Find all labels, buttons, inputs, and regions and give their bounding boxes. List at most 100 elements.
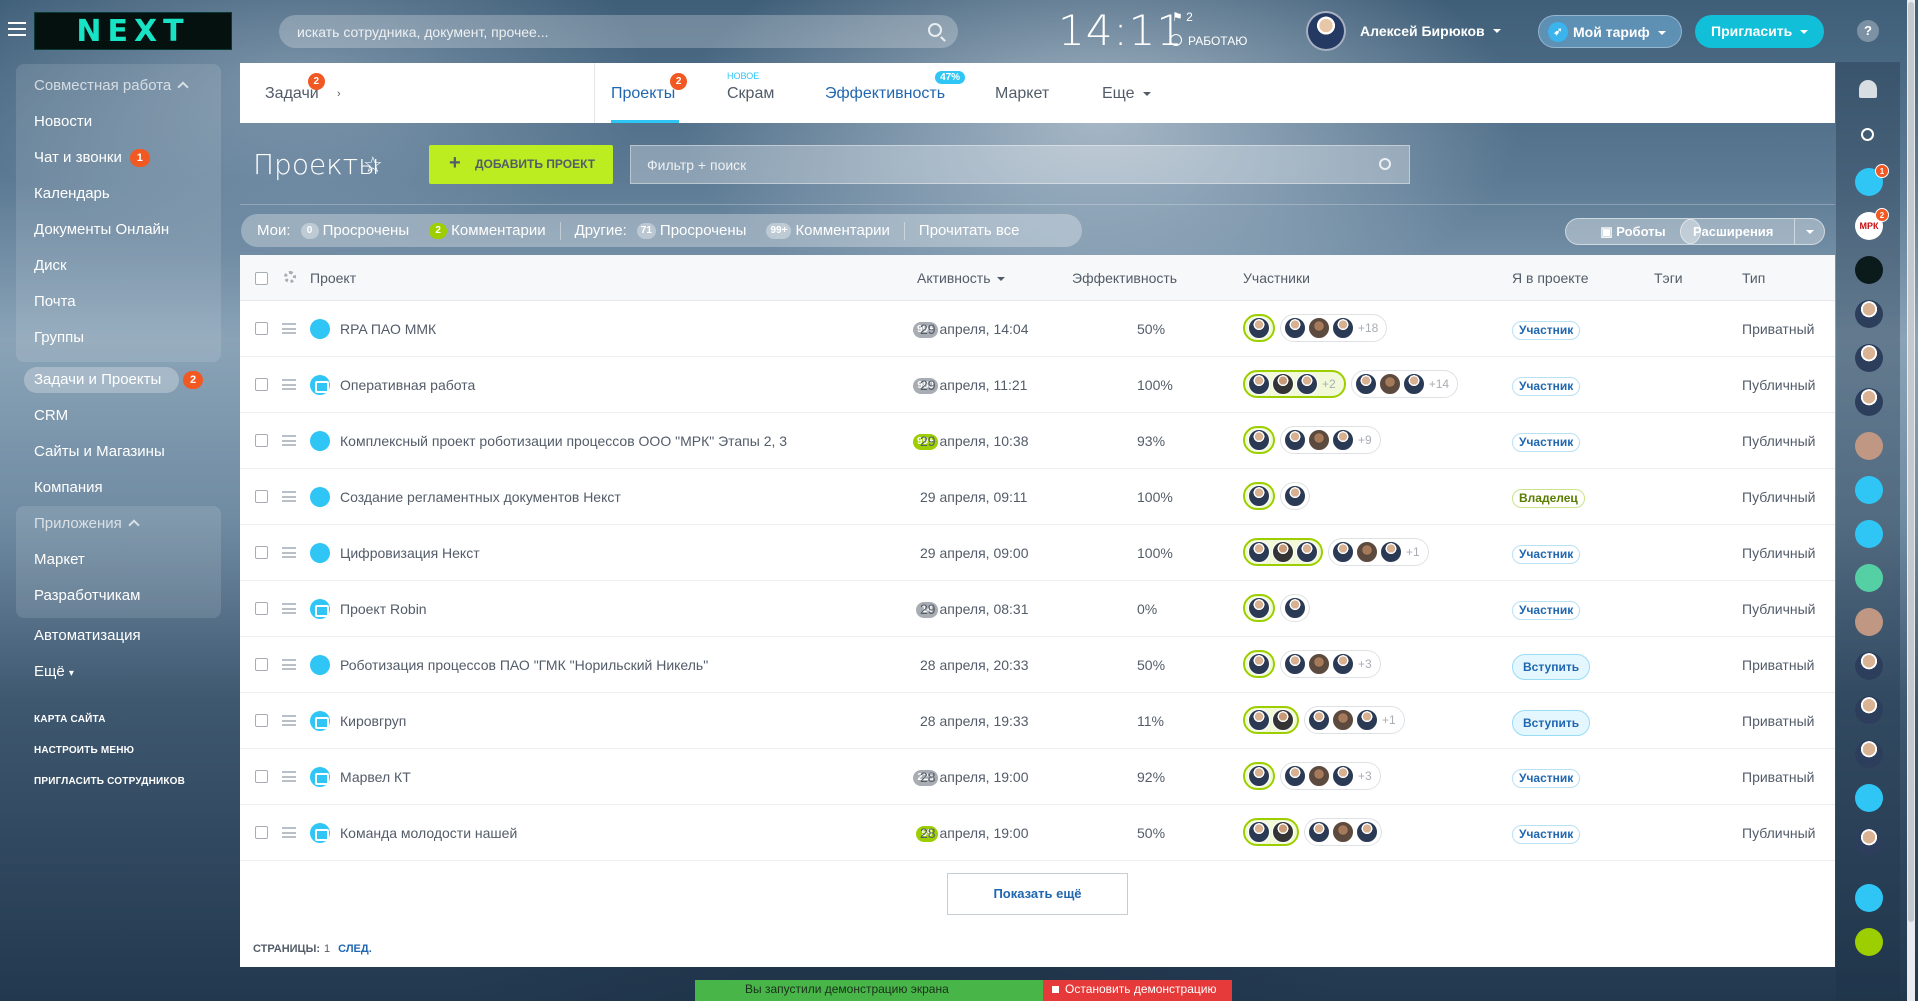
column-type[interactable]: Тип	[1742, 270, 1765, 286]
search-icon[interactable]	[1379, 158, 1391, 170]
column-members[interactable]: Участники	[1243, 270, 1310, 286]
column-my-role[interactable]: Я в проекте	[1512, 270, 1589, 286]
avatar[interactable]	[1332, 653, 1354, 675]
group-chat-icon[interactable]	[1855, 432, 1883, 460]
project-name[interactable]: Роботизация процессов ПАО "ГМК "Норильск…	[340, 657, 708, 673]
extensions-button[interactable]: Расширения	[1680, 218, 1825, 245]
work-status[interactable]: РАБОТАЮ	[1170, 34, 1247, 48]
row-checkbox[interactable]	[255, 490, 268, 503]
row-checkbox[interactable]	[255, 378, 268, 391]
next-chat-icon[interactable]	[1855, 256, 1883, 284]
configure-menu-link[interactable]: НАСТРОИТЬ МЕНЮ	[16, 735, 221, 766]
menu-item-automation[interactable]: Автоматизация	[16, 618, 221, 654]
contact-avatar[interactable]	[1855, 828, 1883, 856]
stop-demo-button[interactable]: Остановить демонстрацию	[1043, 980, 1232, 1001]
row-checkbox[interactable]	[255, 658, 268, 671]
row-checkbox[interactable]	[255, 434, 268, 447]
column-activity[interactable]: Активность	[917, 270, 1005, 286]
drag-handle-icon[interactable]	[282, 603, 296, 614]
table-row[interactable]: Оперативная работа 980 29 апреля, 11:21 100…	[240, 357, 1835, 413]
avatar[interactable]	[1248, 597, 1270, 619]
menu-item-chat[interactable]: Чат и звонки 1	[16, 140, 221, 176]
company-logo[interactable]: NEXT	[34, 12, 232, 50]
invite-employees-link[interactable]: ПРИГЛАСИТЬ СОТРУДНИКОВ	[16, 766, 221, 797]
drag-handle-icon[interactable]	[282, 323, 296, 334]
avatar[interactable]	[1248, 765, 1270, 787]
avatar[interactable]	[1284, 429, 1306, 451]
contact-avatar[interactable]	[1855, 696, 1883, 724]
column-project[interactable]: Проект	[310, 270, 356, 286]
menu-item-disk[interactable]: Диск	[16, 248, 221, 284]
flag-counter[interactable]: ⚑ 2	[1172, 10, 1193, 24]
menu-item-news[interactable]: Новости	[16, 104, 221, 140]
avatar[interactable]	[1296, 541, 1318, 563]
avatar[interactable]	[1332, 765, 1354, 787]
table-row[interactable]: Комплексный проект роботизации процессов…	[240, 413, 1835, 469]
page-number[interactable]: 1	[324, 943, 330, 955]
menu-item-sites[interactable]: Сайты и Магазины	[16, 434, 221, 470]
avatar[interactable]	[1378, 373, 1401, 395]
drag-handle-icon[interactable]	[282, 715, 296, 726]
user-menu[interactable]: Алексей Бирюков	[1306, 11, 1501, 51]
avatar[interactable]	[1272, 541, 1294, 563]
others-overdue-link[interactable]: Просрочены	[660, 222, 747, 239]
avatar[interactable]	[1272, 373, 1294, 395]
tab-market[interactable]: Маркет	[995, 85, 1049, 103]
users-chat-icon[interactable]: 1	[1855, 164, 1889, 196]
show-more-button[interactable]: Показать ещё	[947, 873, 1128, 915]
column-tags[interactable]: Тэги	[1654, 270, 1683, 286]
user-chat-icon[interactable]	[1855, 564, 1883, 592]
group-chat-icon[interactable]	[1855, 784, 1883, 812]
menu-item-calendar[interactable]: Календарь	[16, 176, 221, 212]
table-row[interactable]: Команда молодости нашей 59 28 апреля, 19:0…	[240, 805, 1835, 861]
global-search-input[interactable]: искать сотрудника, документ, прочее...	[279, 15, 958, 48]
scrollbar[interactable]	[1907, 0, 1915, 1001]
menu-group-title[interactable]: Приложения	[16, 506, 221, 542]
project-name[interactable]: Цифровизация Некст	[340, 545, 480, 561]
more-count[interactable]: +3	[1358, 769, 1372, 783]
role-badge[interactable]: Вступить	[1512, 710, 1591, 736]
select-all-checkbox[interactable]	[255, 272, 268, 285]
table-row[interactable]: Роботизация процессов ПАО "ГМК "Норильск…	[240, 637, 1835, 693]
avatar[interactable]	[1296, 373, 1318, 395]
drag-handle-icon[interactable]	[282, 771, 296, 782]
phone-icon[interactable]	[1855, 928, 1883, 956]
drag-handle-icon[interactable]	[282, 827, 296, 838]
search-icon[interactable]	[928, 23, 942, 37]
tab-more[interactable]: Еще	[1102, 85, 1151, 103]
avatar[interactable]	[1284, 597, 1306, 619]
mine-comments-link[interactable]: Комментарии	[451, 222, 545, 239]
contact-avatar[interactable]	[1855, 388, 1883, 416]
avatar[interactable]	[1248, 317, 1270, 339]
next-page-link[interactable]: СЛЕД.	[338, 943, 372, 955]
project-name[interactable]: Проект Robin	[340, 601, 427, 617]
avatar[interactable]	[1248, 821, 1270, 843]
project-name[interactable]: Кировгруп	[340, 713, 406, 729]
my-tariff-button[interactable]: ➶ Мой тариф	[1538, 15, 1682, 48]
menu-item-tasks-projects[interactable]: Задачи и Проекты 2	[24, 367, 203, 393]
project-name[interactable]: Марвел КТ	[340, 769, 411, 785]
row-checkbox[interactable]	[255, 826, 268, 839]
row-checkbox[interactable]	[255, 322, 268, 335]
project-name[interactable]: Комплексный проект роботизации процессов…	[340, 433, 787, 449]
menu-item-crm[interactable]: CRM	[16, 398, 221, 434]
project-name[interactable]: Оперативная работа	[340, 377, 475, 393]
drag-handle-icon[interactable]	[282, 659, 296, 670]
avatar[interactable]	[1248, 429, 1270, 451]
more-count[interactable]: +18	[1358, 321, 1378, 335]
avatar[interactable]	[1248, 541, 1270, 563]
menu-item-more[interactable]: Ещё ▾	[16, 654, 221, 690]
project-name[interactable]: RPA ПАО ММК	[340, 321, 436, 337]
project-name[interactable]: Команда молодости нашей	[340, 825, 517, 841]
avatar[interactable]	[1308, 821, 1330, 843]
star-icon[interactable]: ☆	[363, 152, 383, 178]
menu-item-company[interactable]: Компания	[16, 470, 221, 506]
row-checkbox[interactable]	[255, 546, 268, 559]
more-count[interactable]: +14	[1429, 377, 1449, 391]
add-project-button[interactable]: Добавить проект	[429, 145, 613, 184]
more-count[interactable]: +3	[1358, 657, 1372, 671]
avatar[interactable]	[1308, 765, 1330, 787]
filter-search-input[interactable]: Фильтр + поиск	[630, 145, 1410, 184]
more-count[interactable]: +9	[1358, 433, 1372, 447]
avatar[interactable]	[1332, 317, 1354, 339]
